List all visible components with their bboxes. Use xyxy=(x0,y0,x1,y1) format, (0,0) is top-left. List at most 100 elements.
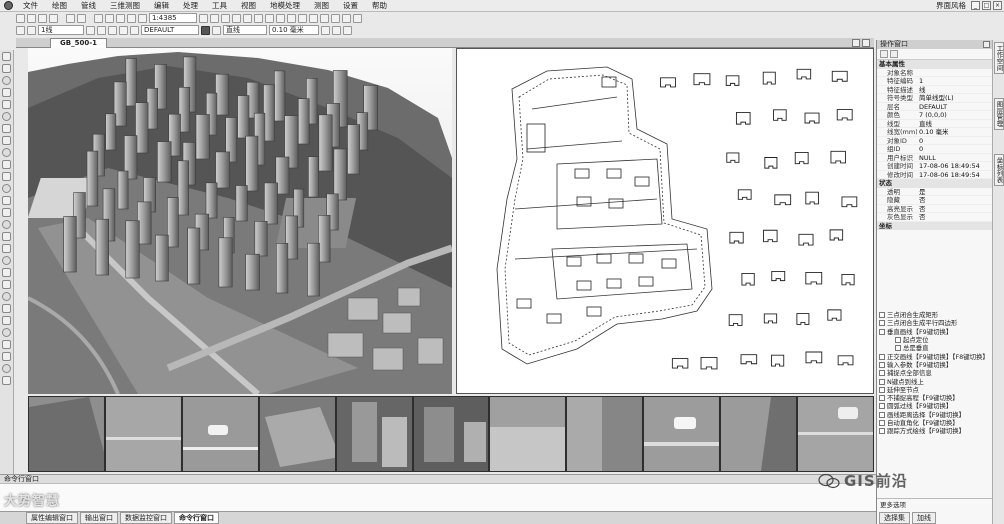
checkbox-icon[interactable] xyxy=(879,395,885,402)
property-row[interactable]: 颜色 7 (0,0,0) xyxy=(877,111,992,120)
side-tab-workspace[interactable]: 工作空间 xyxy=(994,42,1004,74)
close-icon[interactable]: × xyxy=(993,1,1002,10)
command-line-area[interactable] xyxy=(0,483,876,511)
property-row[interactable]: 特征描述线 xyxy=(877,86,992,94)
zoom-in-icon[interactable] xyxy=(94,13,103,23)
line-style-combo[interactable]: 直线 xyxy=(223,25,267,35)
menu-terrain[interactable]: 地模处理 xyxy=(263,0,307,12)
property-row[interactable]: 组ID 0 xyxy=(877,145,992,154)
layer-manager-icon[interactable] xyxy=(16,25,25,35)
tab-attribute-edit[interactable]: 属性编辑窗口 xyxy=(26,512,78,524)
zoom-out-icon[interactable] xyxy=(105,13,114,23)
symbol-tool-icon[interactable] xyxy=(2,352,11,361)
menu-pipeline[interactable]: 管线 xyxy=(74,0,103,12)
drawing-option-item[interactable]: 三点闭合生成矩形 xyxy=(879,311,989,319)
property-row[interactable]: 用户标识 NULL xyxy=(877,154,992,162)
layer-icon[interactable] xyxy=(232,13,241,23)
height-tool-icon[interactable] xyxy=(2,304,11,313)
photo-thumbnail[interactable] xyxy=(490,397,566,471)
road-tool-icon[interactable] xyxy=(2,328,11,337)
text-tool-icon[interactable] xyxy=(2,160,11,169)
oblique-3d-model-view[interactable] xyxy=(28,48,452,394)
mirror-tool-icon[interactable] xyxy=(2,208,11,217)
print-icon[interactable] xyxy=(49,13,58,23)
new-icon[interactable] xyxy=(16,13,25,23)
checkbox-icon[interactable] xyxy=(879,328,885,335)
tab-command-line[interactable]: 命令行窗口 xyxy=(174,512,219,524)
color-swatch-icon[interactable] xyxy=(130,25,139,35)
scale-combo[interactable]: 1:4385 xyxy=(149,13,197,23)
measure-tool-icon[interactable] xyxy=(2,292,11,301)
drawing-option-item[interactable]: 正交画线【F9键切换】【F8键切换】 xyxy=(879,352,989,361)
select-icon[interactable] xyxy=(254,13,263,23)
property-value[interactable]: 0 xyxy=(917,145,992,152)
copy-tool-icon[interactable] xyxy=(2,196,11,205)
photo-thumbnail[interactable] xyxy=(105,397,181,471)
property-row[interactable]: 透明 是 xyxy=(877,188,992,196)
property-value[interactable]: 17-08-06 18:49:54 xyxy=(917,162,992,169)
property-value[interactable]: 直线 xyxy=(917,120,992,127)
bulb-icon[interactable] xyxy=(108,25,117,35)
property-value[interactable]: 否 xyxy=(917,205,992,212)
tab-data-monitor[interactable]: 数据监控窗口 xyxy=(120,512,172,524)
maximize-icon[interactable]: □ xyxy=(982,1,991,10)
more-options-link[interactable]: 更多选项 xyxy=(880,499,906,510)
layer-combo[interactable]: DEFAULT xyxy=(141,25,199,35)
minimize-icon[interactable]: _ xyxy=(971,1,980,10)
property-value[interactable]: 否 xyxy=(917,213,992,220)
line-tool-icon[interactable] xyxy=(2,64,11,73)
camera-icon[interactable] xyxy=(298,13,307,23)
measure-icon[interactable] xyxy=(276,13,285,23)
grid-icon[interactable] xyxy=(199,13,208,23)
property-group-header[interactable]: 基本属性 xyxy=(877,60,992,69)
property-row[interactable]: 特征编码 1 xyxy=(877,77,992,86)
extend-tool-icon[interactable] xyxy=(2,232,11,241)
interface-style-menu[interactable]: 界面风格 xyxy=(936,0,966,12)
break-tool-icon[interactable] xyxy=(2,244,11,253)
cad-line-drawing-view[interactable] xyxy=(456,48,874,394)
zoom-window-icon[interactable] xyxy=(116,13,125,23)
rectangle-tool-icon[interactable] xyxy=(2,124,11,133)
checkbox-icon[interactable] xyxy=(879,361,885,368)
property-row[interactable]: 线型 直线 xyxy=(877,120,992,128)
arc-tool-icon[interactable] xyxy=(2,100,11,109)
checkbox-icon[interactable] xyxy=(879,420,885,426)
tab-output[interactable]: 输出窗口 xyxy=(80,512,118,524)
drawing-option-item[interactable]: 捕捉点全部信息 xyxy=(879,369,989,377)
filter-icon[interactable] xyxy=(890,50,898,58)
match-icon[interactable] xyxy=(321,25,330,35)
checkbox-icon[interactable] xyxy=(879,378,885,385)
property-row[interactable]: 修改时间 17-08-06 18:49:54 xyxy=(877,171,992,179)
color-icon[interactable] xyxy=(201,25,210,35)
drawing-option-item[interactable]: 不捕捉高程【F9键切换】 xyxy=(879,394,989,402)
image-icon[interactable] xyxy=(331,13,340,23)
color-combo-icon[interactable] xyxy=(212,25,221,35)
lock-icon[interactable] xyxy=(97,25,106,35)
house-tool-icon[interactable] xyxy=(2,316,11,325)
lineweight-icon[interactable] xyxy=(343,25,352,35)
restore-doc-icon[interactable] xyxy=(852,39,860,47)
checkbox-icon[interactable] xyxy=(879,386,885,393)
freeze-icon[interactable] xyxy=(119,25,128,35)
drawing-option-item[interactable]: 起点定位 xyxy=(879,336,989,344)
pointer-tool-icon[interactable] xyxy=(2,52,11,61)
property-row[interactable]: 隐藏 否 xyxy=(877,196,992,205)
app-logo[interactable] xyxy=(0,0,16,12)
drawing-option-item[interactable]: 输入参数【F9键切换】 xyxy=(879,361,989,369)
checkbox-icon[interactable] xyxy=(879,312,885,319)
property-value[interactable]: 是 xyxy=(917,188,992,195)
side-tab-layer-manager[interactable]: 图层管理 xyxy=(994,98,1004,130)
photo-thumbnail[interactable] xyxy=(644,397,720,471)
checkbox-icon[interactable] xyxy=(879,403,885,410)
save-icon[interactable] xyxy=(38,13,47,23)
linetype-combo[interactable]: 1线 xyxy=(38,25,84,35)
brush-icon[interactable] xyxy=(332,25,341,35)
zoom-extent-icon[interactable] xyxy=(127,13,136,23)
checkbox-icon[interactable] xyxy=(895,345,901,352)
code-icon[interactable] xyxy=(27,25,36,35)
property-row[interactable]: 符号类型 简单线型(L) xyxy=(877,94,992,103)
point-cloud-icon[interactable] xyxy=(320,13,329,23)
snap-icon[interactable] xyxy=(210,13,219,23)
rotate-tool-icon[interactable] xyxy=(2,184,11,193)
property-value[interactable]: DEFAULT xyxy=(917,103,992,110)
